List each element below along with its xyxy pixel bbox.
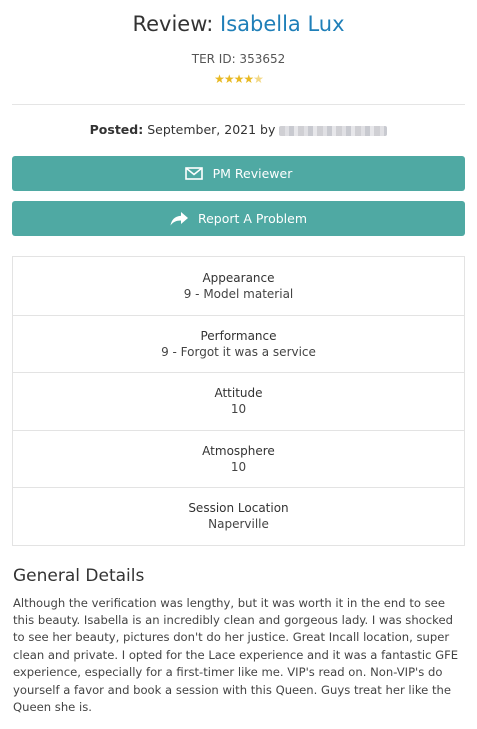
review-details-panel: Appearance 9 - Model material Performanc… — [12, 256, 465, 546]
envelope-icon — [184, 167, 203, 180]
detail-row-attitude: Attitude 10 — [13, 372, 464, 430]
report-problem-label: Report A Problem — [197, 211, 308, 226]
star-icon: ★ — [214, 72, 225, 86]
detail-value: Naperville — [208, 517, 269, 532]
provider-name-link[interactable]: Isabella Lux — [220, 12, 345, 36]
detail-label: Performance — [200, 328, 277, 343]
share-arrow-icon — [170, 211, 188, 226]
detail-value: 9 - Forgot it was a service — [161, 344, 316, 359]
title-prefix: Review: — [132, 12, 214, 36]
star-icon: ★ — [233, 72, 245, 86]
page-title: Review: Isabella Lux — [0, 10, 477, 38]
star-rating: ★★★★★ — [0, 72, 477, 86]
general-details-body: Although the verification was lengthy, b… — [13, 595, 459, 714]
half-star-icon: ★ — [253, 72, 264, 86]
star-icon: ★ — [243, 72, 254, 86]
detail-row-session-location: Session Location Naperville — [13, 487, 464, 545]
blurred-reviewer-name[interactable] — [279, 125, 388, 136]
detail-value: 10 — [230, 459, 247, 474]
star-icon: ★ — [223, 72, 235, 86]
detail-label: Appearance — [202, 270, 275, 285]
pm-reviewer-label: PM Reviewer — [212, 166, 293, 181]
detail-row-performance: Performance 9 - Forgot it was a service — [13, 314, 464, 373]
detail-value: 10 — [230, 402, 247, 417]
posted-text: September, 2021 by — [147, 122, 276, 137]
review-header: Review: Isabella Lux TER ID: 353652 ★★★★… — [0, 0, 477, 86]
report-problem-button[interactable]: Report A Problem — [12, 201, 465, 236]
ter-id: TER ID: 353652 — [191, 52, 286, 66]
pm-reviewer-button[interactable]: PM Reviewer — [12, 156, 465, 191]
detail-value: 9 - Model material — [183, 286, 294, 301]
posted-label: Posted: — [89, 122, 144, 137]
detail-label: Session Location — [188, 501, 289, 516]
general-details-heading: General Details — [13, 565, 145, 586]
detail-label: Attitude — [214, 386, 263, 401]
detail-row-atmosphere: Atmosphere 10 — [13, 429, 464, 488]
detail-row-appearance: Appearance 9 - Model material — [13, 257, 464, 315]
divider — [12, 104, 465, 105]
detail-label: Atmosphere — [202, 443, 275, 458]
posted-line: Posted: September, 2021 by — [0, 122, 477, 137]
